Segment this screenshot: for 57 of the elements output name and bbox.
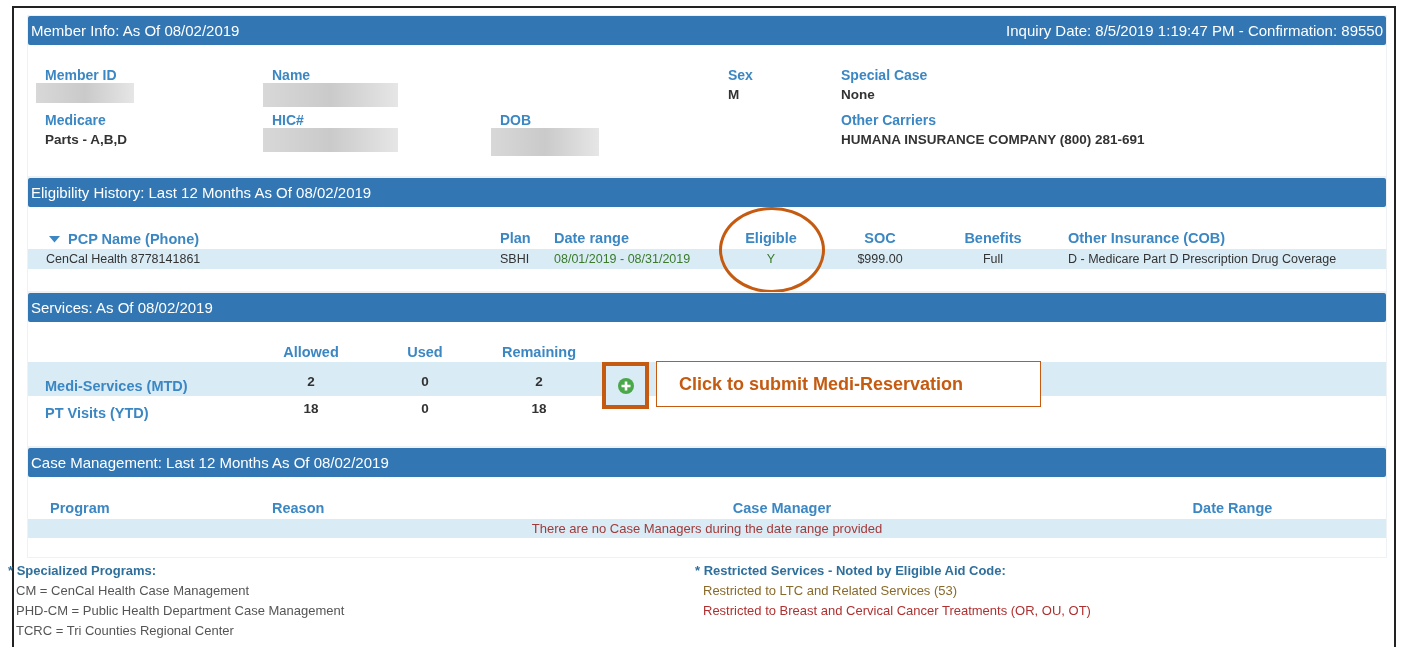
table-cell: Y xyxy=(766,252,776,266)
add-icon[interactable] xyxy=(616,376,635,395)
service-link[interactable]: PT Visits (YTD) xyxy=(45,405,149,421)
column-header: Allowed xyxy=(283,344,339,360)
column-header: Program xyxy=(50,500,110,516)
note-text: CM = CenCal Health Case Management xyxy=(15,582,251,600)
column-header[interactable]: Eligible xyxy=(745,230,797,246)
field-label: Member ID xyxy=(45,67,118,83)
column-header: Case Manager xyxy=(732,500,832,516)
empty-message: There are no Case Managers during the date range provided xyxy=(531,521,883,536)
column-header[interactable]: Plan xyxy=(500,230,531,246)
table-cell: 08/01/2019 - 08/31/2019 xyxy=(554,252,691,266)
note-text: Restricted to LTC and Related Services (53) xyxy=(702,582,959,600)
column-header: Remaining xyxy=(501,344,577,360)
column-header[interactable]: Date range xyxy=(554,230,629,246)
field-label: Other Carriers xyxy=(841,112,937,128)
column-header[interactable]: Other Insurance (COB) xyxy=(1068,230,1226,246)
table-cell: 2 xyxy=(307,373,315,389)
field-label: Sex xyxy=(728,67,754,83)
note-text: Restricted to Breast and Cervical Cancer Treatments (OR, OU, OT) xyxy=(702,602,1092,620)
column-header: Used xyxy=(407,344,443,360)
callout-box: Click to submit Medi-Reservation xyxy=(656,361,1041,407)
field-label: Medicare xyxy=(45,112,107,128)
note-text: TCRC = Tri Counties Regional Center xyxy=(15,622,235,640)
field-value: None xyxy=(841,87,876,102)
notes-title: * Specialized Programs: xyxy=(8,562,158,580)
field-label: Special Case xyxy=(841,67,929,83)
field-value: HUMANA INSURANCE COMPANY (800) 281-691 xyxy=(841,132,1146,147)
notes-title: * Restricted Services - Noted by Eligible Aid Code: xyxy=(695,562,1007,580)
field-value: M xyxy=(728,87,741,102)
table-cell: CenCal Health 8778141861 xyxy=(46,252,201,266)
table-cell: 18 xyxy=(303,401,319,416)
table-cell: 2 xyxy=(535,373,543,389)
column-header: Reason xyxy=(272,500,325,516)
section-title: Services: As Of 08/02/2019 xyxy=(31,299,213,316)
column-header[interactable]: SOC xyxy=(864,230,896,246)
inquiry-info: Inquiry Date: 8/5/2019 1:19:47 PM - Confirmation: 89550 xyxy=(1006,22,1383,39)
field-label: HIC# xyxy=(272,112,305,128)
section-title: Eligibility History: Last 12 Months As Of 08/02/2019 xyxy=(31,184,372,201)
field-label: DOB xyxy=(500,112,533,128)
table-cell: Full xyxy=(982,252,1004,266)
caret-icon xyxy=(49,235,60,243)
table-cell: SBHI xyxy=(500,252,530,266)
note-text: PHD-CM = Public Health Department Case Management xyxy=(15,602,346,620)
column-header: Date Range xyxy=(1192,500,1273,516)
column-header[interactable]: PCP Name (Phone) xyxy=(45,231,200,248)
table-cell: D - Medicare Part D Prescription Drug Coverage xyxy=(1068,252,1337,266)
field-label: Name xyxy=(272,67,312,83)
section-title: Member Info: As Of 08/02/2019 xyxy=(31,22,240,39)
field-value: Parts - A,B,D xyxy=(45,132,128,147)
section-title: Case Management: Last 12 Months As Of 08/02/2019 xyxy=(31,454,389,471)
table-cell: 0 xyxy=(421,373,429,389)
table-cell: $999.00 xyxy=(857,252,903,266)
table-cell: 0 xyxy=(421,401,429,416)
service-link[interactable]: Medi-Services (MTD) xyxy=(45,377,188,394)
table-cell: 18 xyxy=(531,401,547,416)
column-header[interactable]: Benefits xyxy=(964,230,1022,246)
